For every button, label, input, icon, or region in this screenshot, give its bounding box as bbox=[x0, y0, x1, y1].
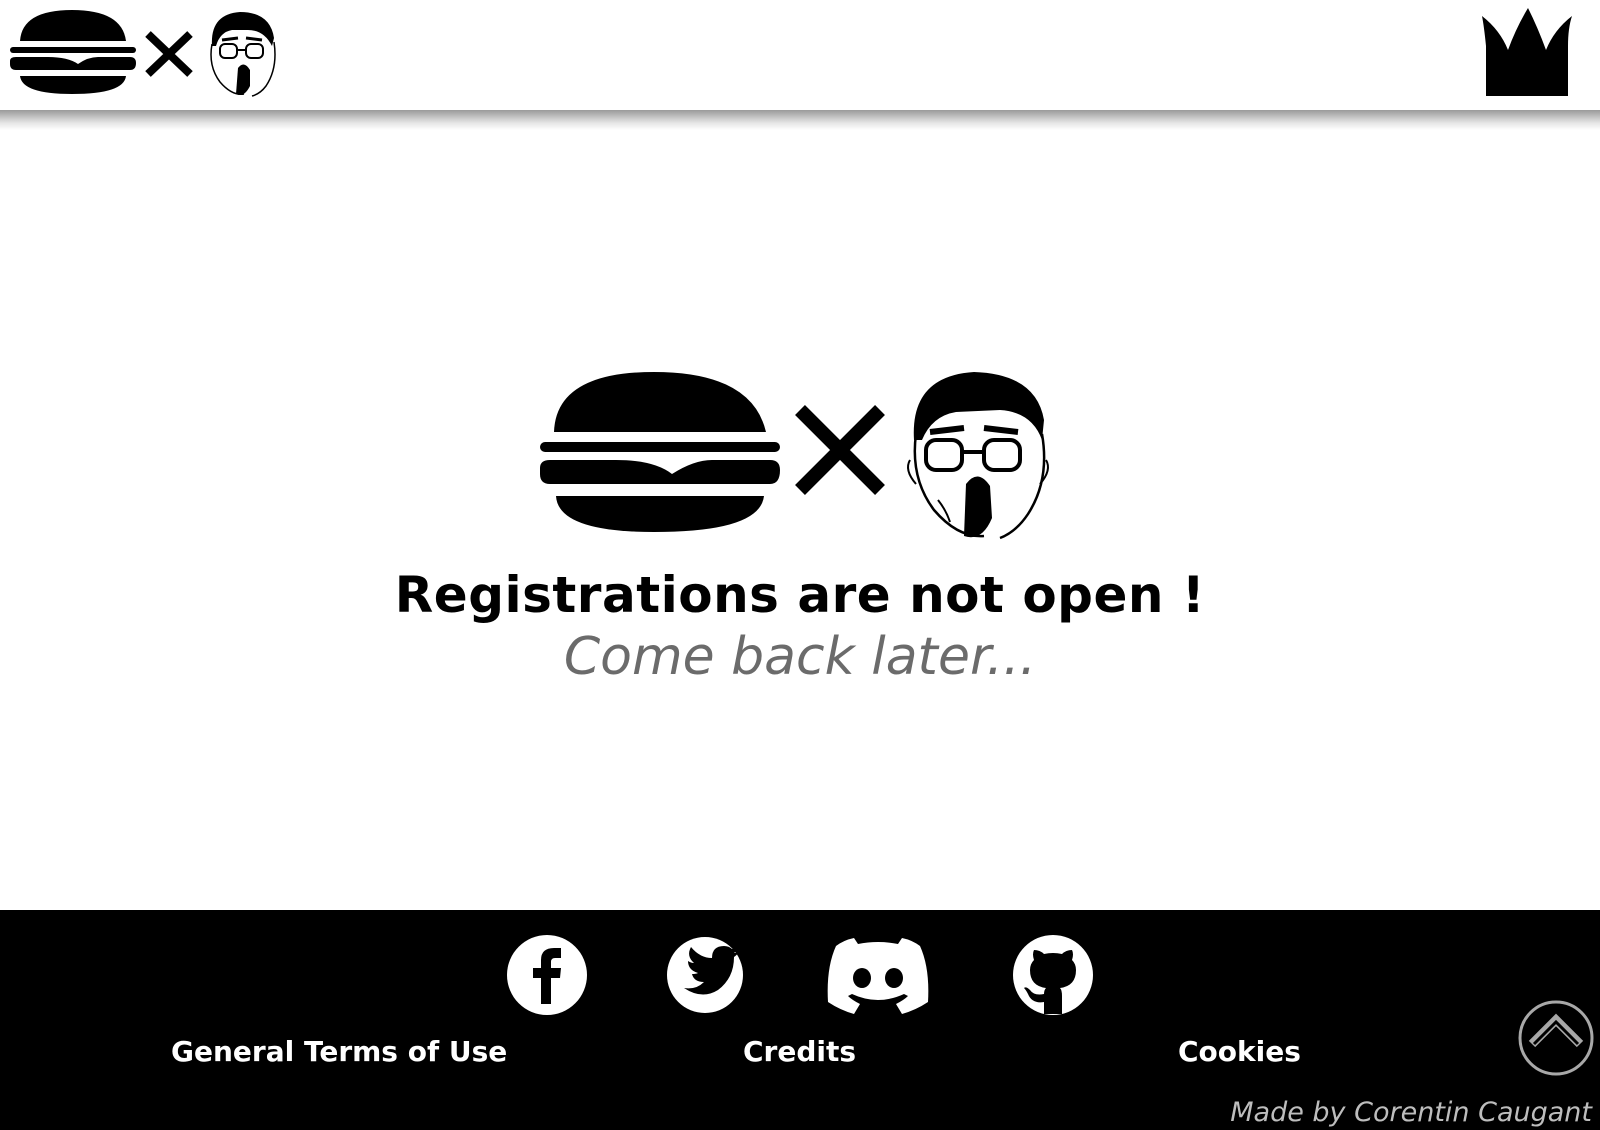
discord-link[interactable] bbox=[826, 934, 930, 1020]
page-subtitle: Come back later... bbox=[563, 627, 1037, 687]
cross-icon bbox=[795, 405, 885, 495]
facebook-icon bbox=[507, 935, 587, 1015]
cookies-link[interactable]: Cookies bbox=[1178, 1034, 1301, 1070]
made-by-credit: Made by Corentin Caugant bbox=[1230, 1097, 1592, 1128]
discord-icon bbox=[827, 938, 929, 1014]
twitter-icon bbox=[667, 937, 743, 1013]
scroll-top-button[interactable] bbox=[1518, 1000, 1594, 1076]
github-icon bbox=[1013, 935, 1093, 1015]
facebook-link[interactable] bbox=[506, 934, 588, 1020]
twitter-link[interactable] bbox=[666, 934, 744, 1020]
page-title: Registrations are not open ! bbox=[394, 566, 1206, 624]
github-link[interactable] bbox=[1012, 934, 1094, 1020]
face-icon bbox=[907, 372, 1049, 540]
terms-link[interactable]: General Terms of Use bbox=[171, 1034, 507, 1070]
main-content: Registrations are not open ! Come back l… bbox=[0, 0, 1600, 910]
site-footer: General Terms of Use Credits Cookies Mad… bbox=[0, 910, 1600, 1130]
credits-link[interactable]: Credits bbox=[743, 1034, 856, 1070]
burger-icon bbox=[540, 372, 780, 532]
chevron-up-icon bbox=[1518, 1000, 1594, 1076]
